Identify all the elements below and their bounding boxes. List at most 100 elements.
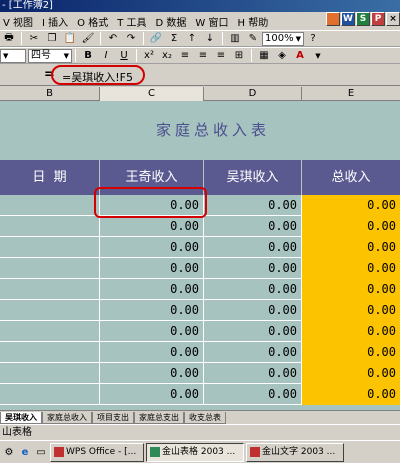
cell-date[interactable] [0,279,100,300]
font-name-select[interactable]: ▼ [0,48,26,63]
header-total-income[interactable]: 总收入 [302,160,400,195]
chevron-down-icon[interactable]: ▼ [310,49,326,63]
cell-total-income[interactable]: 0.00 [302,363,400,384]
cell-wangqi-income[interactable]: 0.00 [100,237,204,258]
taskbar-item-wps-office[interactable]: WPS Office - [... [50,442,144,462]
menu-view[interactable]: V 视图 [0,14,39,29]
sort-descending-icon[interactable]: ↓ [202,32,218,46]
cell-wuqi-income[interactable]: 0.00 [204,279,302,300]
cell-total-income[interactable]: 0.00 [302,300,400,321]
cell-total-income[interactable]: 0.00 [302,237,400,258]
tab-summary[interactable]: 收支总表 [184,412,226,424]
merge-center-icon[interactable]: ⊞ [231,49,247,63]
column-header-e[interactable]: E [302,87,400,101]
cell-total-income[interactable]: 0.00 [302,216,400,237]
cell-wuqi-income[interactable]: 0.00 [204,300,302,321]
cell-wuqi-income[interactable]: 0.00 [204,321,302,342]
cell-date[interactable] [0,258,100,279]
show-desktop-icon[interactable]: ▭ [34,445,48,459]
italic-button[interactable]: I [98,49,114,63]
cell-wuqi-income[interactable]: 0.00 [204,384,302,405]
menu-format[interactable]: O 格式 [74,14,114,29]
font-size-select[interactable]: 四号 ▼ [28,48,72,63]
cut-icon[interactable]: ✂ [26,32,42,46]
ie-icon[interactable]: e [18,445,32,459]
cell-date[interactable] [0,321,100,342]
font-color-icon[interactable]: A [292,49,308,63]
cell-wangqi-income[interactable]: 0.00 [100,279,204,300]
cell-wuqi-income[interactable]: 0.00 [204,363,302,384]
cell-wangqi-income[interactable]: 0.00 [100,384,204,405]
header-wuqi-income[interactable]: 吴琪收入 [204,160,302,195]
tab-family-income[interactable]: 家庭总收入 [42,412,92,424]
sort-ascending-icon[interactable]: ↑ [184,32,200,46]
cell-date[interactable] [0,300,100,321]
menu-window[interactable]: W 窗口 [192,14,234,29]
cell-date[interactable] [0,384,100,405]
cell-total-income[interactable]: 0.00 [302,258,400,279]
align-left-icon[interactable]: ≡ [177,49,193,63]
table-row: 0.00 0.00 0.00 [0,216,400,237]
hyperlink-icon[interactable]: 🔗 [148,32,164,46]
fill-color-icon[interactable]: ◈ [274,49,290,63]
column-header-b[interactable]: B [0,87,100,101]
chart-icon[interactable]: ▥ [227,32,243,46]
menu-insert[interactable]: I 插入 [39,14,74,29]
copy-icon[interactable]: ❐ [44,32,60,46]
tab-wuqi-income[interactable]: 吴琪收入 [0,412,42,424]
cell-total-income[interactable]: 0.00 [302,195,400,216]
bold-button[interactable]: B [80,49,96,63]
cell-date[interactable] [0,195,100,216]
align-right-icon[interactable]: ≡ [213,49,229,63]
tab-project-expense[interactable]: 项目支出 [92,412,134,424]
subscript-icon[interactable]: x₂ [159,49,175,63]
cell-wuqi-income[interactable]: 0.00 [204,195,302,216]
cell-date[interactable] [0,216,100,237]
cell-total-income[interactable]: 0.00 [302,384,400,405]
header-date[interactable]: 日 期 [0,160,100,195]
cell-date[interactable] [0,363,100,384]
help-icon[interactable]: ? [305,32,321,46]
app-icon-present[interactable]: P [371,12,385,26]
cell-wuqi-income[interactable]: 0.00 [204,237,302,258]
cell-wangqi-income[interactable]: 0.00 [100,216,204,237]
borders-icon[interactable]: ▦ [256,49,272,63]
menu-help[interactable]: H 帮助 [235,14,275,29]
undo-icon[interactable]: ↶ [105,32,121,46]
print-icon[interactable]: 🖶 [1,32,17,46]
underline-button[interactable]: U [116,49,132,63]
drawing-icon[interactable]: ✎ [245,32,261,46]
tab-family-expense[interactable]: 家庭总支出 [134,412,184,424]
cell-wuqi-income[interactable]: 0.00 [204,342,302,363]
menu-tools[interactable]: T 工具 [114,14,152,29]
cell-wuqi-income[interactable]: 0.00 [204,258,302,279]
cell-wangqi-income[interactable]: 0.00 [100,300,204,321]
superscript-icon[interactable]: x² [141,49,157,63]
taskbar-item-writer[interactable]: 金山文字 2003 ... [246,442,344,462]
cell-wangqi-income[interactable]: 0.00 [100,321,204,342]
cell-total-income[interactable]: 0.00 [302,321,400,342]
cell-total-income[interactable]: 0.00 [302,342,400,363]
autosum-icon[interactable]: Σ [166,32,182,46]
app-icon-orange[interactable] [326,12,340,26]
paste-icon[interactable]: 📋 [62,32,78,46]
zoom-select[interactable]: 100% ▼ [262,31,304,46]
cell-wuqi-income[interactable]: 0.00 [204,216,302,237]
cell-total-income[interactable]: 0.00 [302,279,400,300]
cell-date[interactable] [0,342,100,363]
column-header-d[interactable]: D [204,87,302,101]
align-center-icon[interactable]: ≡ [195,49,211,63]
cell-wangqi-income[interactable]: 0.00 [100,258,204,279]
redo-icon[interactable]: ↷ [123,32,139,46]
column-header-c[interactable]: C [100,87,204,101]
format-painter-icon[interactable]: 🖌 [80,32,96,46]
menu-data[interactable]: D 数据 [153,14,193,29]
app-icon-sheet[interactable]: S [356,12,370,26]
cell-date[interactable] [0,237,100,258]
quick-launch-icon[interactable]: ⚙ [2,445,16,459]
app-icon-word[interactable]: W [341,12,355,26]
taskbar-item-spreadsheet[interactable]: 金山表格 2003 ... [146,442,244,462]
cell-wangqi-income[interactable]: 0.00 [100,342,204,363]
close-icon[interactable]: × [386,12,400,26]
cell-wangqi-income[interactable]: 0.00 [100,363,204,384]
